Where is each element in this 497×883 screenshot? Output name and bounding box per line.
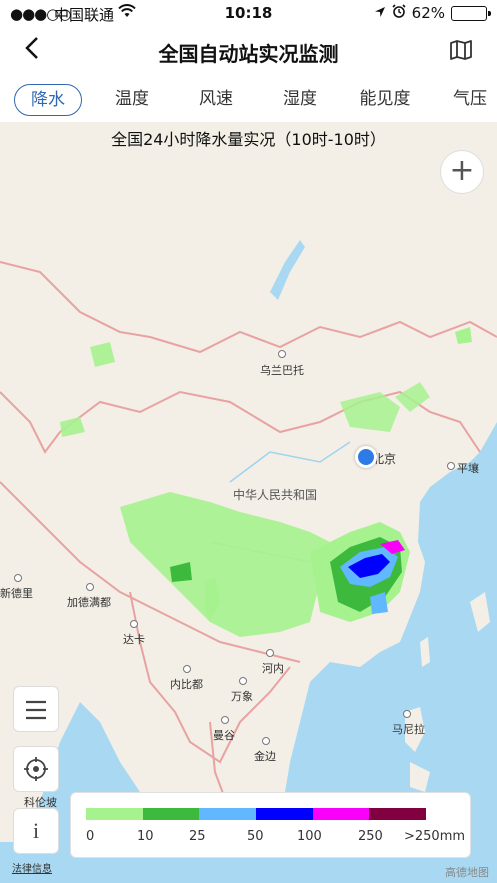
country-label: 中华人民共和国 <box>233 488 318 502</box>
city-marker <box>447 462 455 470</box>
legend-color-bar <box>86 808 427 820</box>
map-title: 全国24小时降水量实况（10时-10时） <box>111 130 386 149</box>
page-title: 全国自动站实况监测 <box>158 42 339 66</box>
city-marker <box>130 620 138 628</box>
city-marker <box>266 649 274 657</box>
info-icon: i <box>32 818 40 843</box>
city-marker <box>239 677 247 685</box>
element-tabs: 降水 温度 风速 湿度 能见度 气压 <box>0 76 497 122</box>
city-label-pingrang: 平壤 <box>457 462 479 475</box>
city-label-wulanbatuo: 乌兰巴托 <box>260 364 304 377</box>
legal-info-link[interactable]: 法律信息 <box>12 860 52 875</box>
navigation-bar: 全国自动站实况监测 <box>0 26 497 76</box>
city-marker <box>86 583 94 591</box>
map-icon <box>450 40 472 60</box>
city-label-neibidu: 内比都 <box>170 678 203 691</box>
locate-icon <box>24 757 48 781</box>
plus-icon: + <box>449 153 475 188</box>
city-marker <box>221 716 229 724</box>
tab-temperature[interactable]: 温度 <box>104 84 160 116</box>
legend-swatch <box>369 808 427 820</box>
city-label-wanxiang: 万象 <box>231 690 253 703</box>
city-label-mangu: 曼谷 <box>213 729 235 742</box>
city-label-hanoi: 河内 <box>262 662 284 675</box>
map-provider-logo: 高德地图 <box>445 866 489 879</box>
legend-label: >250mm <box>404 829 466 844</box>
city-label-manila: 马尼拉 <box>392 723 425 736</box>
locate-button[interactable] <box>13 746 59 792</box>
map-view[interactable]: 全国24小时降水量实况（10时-10时） + 乌兰巴托 北京 平壤 中华人民共和… <box>0 122 497 883</box>
zoom-in-button[interactable]: + <box>440 150 484 194</box>
city-marker <box>262 737 270 745</box>
legend-label: 25 <box>189 829 206 844</box>
city-marker <box>403 710 411 718</box>
city-label-jinbian: 金边 <box>254 750 276 763</box>
tab-humidity[interactable]: 湿度 <box>272 84 328 116</box>
city-marker <box>14 574 22 582</box>
map-layer-button[interactable] <box>449 39 473 65</box>
legend-swatch <box>142 808 200 820</box>
battery-icon <box>451 5 491 21</box>
city-label-xindeli: 新德里 <box>0 587 33 600</box>
current-location-marker <box>355 446 377 468</box>
tab-visibility[interactable]: 能见度 <box>350 84 420 116</box>
legend-label: 100 <box>297 829 322 844</box>
legend-swatch <box>312 808 370 820</box>
legend-swatch <box>199 808 257 820</box>
legend-label: 250 <box>358 829 383 844</box>
info-button[interactable]: i <box>13 808 59 854</box>
legend-label: 50 <box>247 829 264 844</box>
city-marker <box>183 665 191 673</box>
city-marker <box>278 350 286 358</box>
menu-icon <box>26 700 46 720</box>
alarm-icon <box>392 4 406 22</box>
city-label-jiademandu: 加德满都 <box>67 596 111 609</box>
precipitation-legend: 0 10 25 50 100 250 >250mm <box>70 792 471 858</box>
city-label-daka: 达卡 <box>123 633 145 646</box>
tab-precipitation[interactable]: 降水 <box>14 84 82 116</box>
tab-pressure[interactable]: 气压 <box>442 84 497 116</box>
tab-wind-speed[interactable]: 风速 <box>188 84 244 116</box>
legend-label: 10 <box>137 829 154 844</box>
location-arrow-icon <box>374 4 386 22</box>
legend-swatch <box>86 808 143 820</box>
menu-button[interactable] <box>13 686 59 732</box>
legend-label: 0 <box>86 829 95 844</box>
status-bar: ●●●○○ 中国联通 10:18 62% <box>0 0 497 26</box>
battery-percent: 62% <box>411 4 445 22</box>
legend-swatch <box>256 808 313 820</box>
